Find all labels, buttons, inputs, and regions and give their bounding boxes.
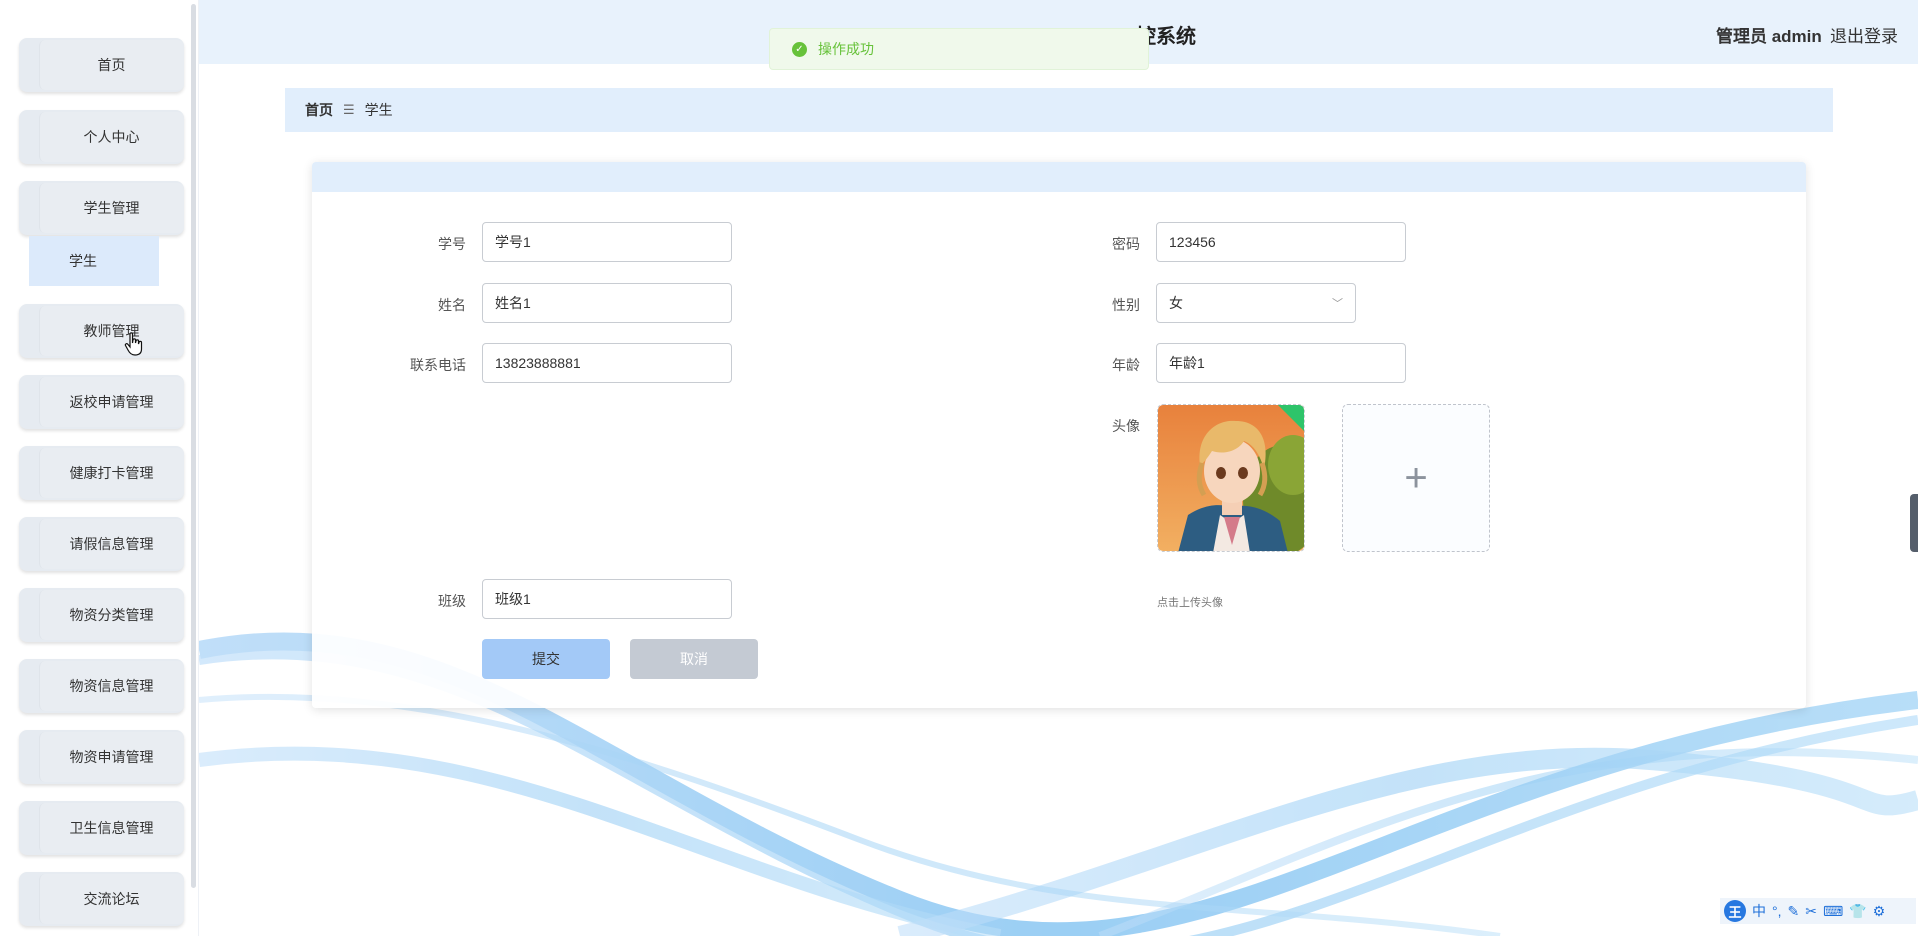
avatar-upload-tip: 点击上传头像 — [1157, 597, 1223, 609]
sidebar: 首页 个人中心 学生管理 学生 教师管理 返校申请管理 健康打卡管理 请假信息管… — [0, 0, 199, 936]
sidebar-item-label: 健康打卡管理 — [69, 465, 154, 481]
scissors-icon[interactable]: ✂ — [1805, 903, 1817, 920]
sidebar-item-student-management[interactable]: 学生管理 — [19, 181, 184, 235]
sidebar-item-supply-application[interactable]: 物资申请管理 — [19, 730, 184, 784]
password-label: 密码 — [1112, 236, 1140, 252]
sidebar-scrollbar[interactable] — [191, 4, 196, 888]
check-circle-icon: ✓ — [792, 41, 807, 57]
class-label: 班级 — [438, 593, 466, 609]
gear-icon[interactable]: ⚙ — [1873, 903, 1886, 920]
sidebar-item-label: 交流论坛 — [83, 891, 140, 907]
breadcrumb: 首页 ☰ 学生 — [285, 88, 1833, 132]
avatar-portrait-icon — [1158, 405, 1304, 551]
avatar-label: 头像 — [1112, 418, 1140, 434]
hand-cursor-icon — [124, 332, 143, 356]
ime-mode-toggle[interactable]: 中 — [1752, 901, 1766, 921]
sidebar-item-supply-info[interactable]: 物资信息管理 — [19, 659, 184, 713]
toast-message: 操作成功 — [818, 41, 874, 57]
chevron-down-icon: ﹀ — [1332, 298, 1343, 310]
sidebar-item-return-application[interactable]: 返校申请管理 — [19, 375, 184, 429]
user-label: 管理员 admin — [1716, 27, 1822, 46]
student-id-label: 学号 — [438, 236, 466, 252]
sidebar-subitem-student[interactable]: 学生 — [29, 236, 159, 286]
sidebar-item-label: 物资申请管理 — [69, 749, 154, 765]
ime-logo-icon[interactable]: 王 — [1724, 900, 1746, 922]
gender-select-value: 女 — [1169, 295, 1183, 311]
submit-button[interactable]: 提交 — [482, 639, 610, 679]
name-label: 姓名 — [438, 297, 466, 313]
sidebar-item-hygiene-info[interactable]: 卫生信息管理 — [19, 801, 184, 855]
student-form-card: 学号 姓名 联系电话 班级 提交 取消 密码 性别 女 ﹀ 年龄 头像 — [312, 162, 1806, 708]
gender-label: 性别 — [1112, 297, 1140, 313]
sidebar-item-label: 首页 — [97, 57, 126, 73]
ime-toolbar: 王 中 °, ✎ ✂ ⌨ 👕 ⚙ — [1720, 898, 1916, 924]
sidebar-item-label: 物资分类管理 — [69, 607, 154, 623]
gender-select[interactable]: 女 ﹀ — [1156, 283, 1356, 323]
pen-icon[interactable]: ✎ — [1788, 903, 1800, 920]
logout-link[interactable]: 退出登录 — [1830, 22, 1898, 47]
password-input[interactable] — [1156, 222, 1406, 262]
sidebar-item-label: 物资信息管理 — [69, 678, 154, 694]
sidebar-item-label: 卫生信息管理 — [69, 820, 154, 836]
sidebar-item-supply-category[interactable]: 物资分类管理 — [19, 588, 184, 642]
sidebar-item-label: 返校申请管理 — [69, 394, 154, 410]
breadcrumb-home[interactable]: 首页 — [305, 100, 333, 120]
student-id-input[interactable] — [482, 222, 732, 262]
avatar-image[interactable] — [1157, 404, 1305, 552]
breadcrumb-current: 学生 — [364, 102, 393, 118]
phone-input[interactable] — [482, 343, 732, 383]
avatar-upload-box[interactable]: + — [1342, 404, 1490, 552]
sidebar-item-teacher-management[interactable]: 教师管理 — [19, 304, 184, 358]
sidebar-item-personal-center[interactable]: 个人中心 — [19, 110, 184, 164]
sidebar-item-label: 请假信息管理 — [69, 536, 154, 552]
age-label: 年龄 — [1112, 357, 1140, 373]
sidebar-item-home[interactable]: 首页 — [19, 38, 184, 92]
class-input[interactable] — [482, 579, 732, 619]
card-header-bar — [312, 162, 1806, 192]
side-panel-tab[interactable] — [1910, 494, 1918, 552]
name-input[interactable] — [482, 283, 732, 323]
sidebar-item-label: 个人中心 — [83, 129, 140, 145]
skin-icon[interactable]: 👕 — [1849, 903, 1866, 920]
keyboard-icon[interactable]: ⌨ — [1823, 903, 1843, 920]
sidebar-subitem-label: 学生 — [69, 253, 97, 269]
phone-label: 联系电话 — [410, 357, 466, 373]
breadcrumb-separator-icon: ☰ — [343, 102, 355, 117]
punctuation-icon[interactable]: °, — [1772, 903, 1782, 919]
cancel-button[interactable]: 取消 — [630, 639, 758, 679]
sidebar-item-forum[interactable]: 交流论坛 — [19, 872, 184, 926]
age-input[interactable] — [1156, 343, 1406, 383]
sidebar-item-label: 学生管理 — [83, 200, 140, 216]
sidebar-item-health-checkin[interactable]: 健康打卡管理 — [19, 446, 184, 500]
success-toast: ✓ 操作成功 — [769, 28, 1149, 70]
sidebar-item-leave-info[interactable]: 请假信息管理 — [19, 517, 184, 571]
plus-icon: + — [1404, 456, 1428, 500]
